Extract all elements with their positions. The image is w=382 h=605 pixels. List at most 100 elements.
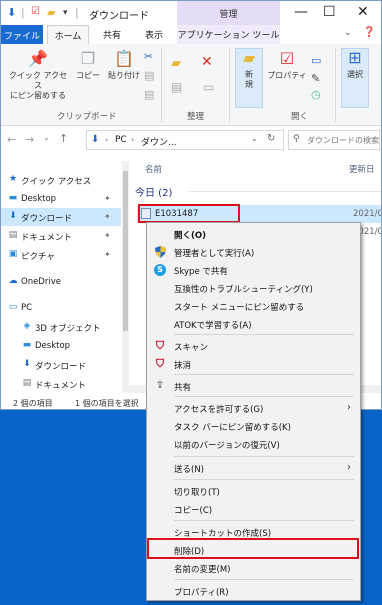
menu-pin-taskbar[interactable]: タスク バーにピン留めする(K) — [147, 417, 360, 434]
nav-pc-documents[interactable]: ▤ ドキュメント — [1, 375, 121, 393]
column-header-date[interactable]: 更新日 — [349, 163, 375, 175]
star-icon: ★ — [8, 174, 18, 184]
pin-icon: ✦ — [104, 212, 111, 221]
move-to-icon[interactable]: ▰ — [171, 56, 181, 71]
up-arrow-icon[interactable]: ↑ — [59, 132, 68, 145]
nav-onedrive[interactable]: ☁ OneDrive — [1, 273, 121, 291]
rename-icon[interactable]: ▭ — [203, 80, 214, 94]
down-arrow-icon[interactable]: ⬇ — [7, 6, 16, 19]
menu-properties[interactable]: プロパティ(R) — [147, 582, 360, 599]
new-folder-button[interactable]: ▰ 新 規 — [235, 48, 263, 108]
document-icon: ▤ — [22, 378, 32, 388]
nav-pictures[interactable]: ▣ ピクチャ ✦ — [1, 246, 121, 264]
menu-erase[interactable]: ⛉ 抹消 — [147, 355, 360, 372]
pin-icon: ✦ — [104, 250, 111, 259]
check-icon[interactable]: ☑ — [31, 6, 40, 17]
menu-share[interactable]: ⇪ 共有 — [147, 377, 360, 394]
select-button[interactable]: ⊞ 選択 — [341, 48, 369, 108]
copy-to-icon[interactable]: ▤ — [171, 80, 182, 94]
new-folder-icon: ▰ — [242, 48, 256, 67]
ribbon-tabs: ファイル ホーム 共有 表示 アプリケーション ツール ⌄ ❓ — [1, 25, 381, 44]
window-title: ダウンロード — [89, 11, 149, 22]
nav-downloads[interactable]: ⬇ ダウンロード ✦ — [1, 208, 121, 226]
nav-pc-desktop[interactable]: ▬ Desktop — [1, 337, 121, 355]
open-icon[interactable]: ▭ — [311, 54, 321, 67]
tab-home[interactable]: ホーム — [47, 25, 89, 44]
ribbon-divider — [229, 48, 230, 122]
back-arrow-icon[interactable]: ← — [7, 133, 16, 146]
mcafee-shield-icon: ⛉ — [155, 357, 165, 370]
menu-send-to[interactable]: 送る(N) › — [147, 459, 360, 476]
forward-arrow-icon[interactable]: → — [25, 133, 34, 146]
menu-scan[interactable]: ⛉ スキャン — [147, 337, 360, 354]
refresh-icon[interactable]: ↻ — [267, 133, 275, 144]
properties-button[interactable]: ☑ プロパティ — [267, 50, 307, 81]
group-today[interactable]: 今日 (2) — [135, 184, 172, 199]
nav-scrollbar[interactable] — [122, 161, 129, 393]
menu-separator — [174, 374, 354, 375]
scrollbar-thumb[interactable] — [123, 171, 128, 331]
delete-icon[interactable]: ✕ — [201, 54, 213, 70]
group-divider — [189, 191, 381, 192]
folder-icon[interactable]: ▰ — [47, 6, 55, 19]
help-icon[interactable]: ❓ — [363, 27, 375, 38]
menu-cut[interactable]: 切り取り(T) — [147, 482, 360, 499]
menu-rename[interactable]: 名前の変更(M) — [147, 559, 360, 576]
minimize-button[interactable]: — — [294, 4, 308, 20]
recent-dropdown-icon[interactable]: ⌄ — [43, 133, 50, 142]
paste-shortcut-icon[interactable]: ▤ — [144, 88, 154, 101]
history-icon[interactable]: ◷ — [311, 88, 321, 101]
downloads-arrow-icon: ⬇ — [91, 134, 100, 145]
address-bar[interactable]: ⬇ › PC › ダウン... ⌄ ↻ — [86, 130, 284, 150]
menu-atok-learn[interactable]: ATOKで学習する(A) — [147, 315, 360, 332]
status-selected-count: 1 個の項目を選択 — [75, 399, 139, 408]
pin-quick-access-button[interactable]: 📌 クイック アクセス にピン留めする — [5, 50, 71, 101]
menu-pin-start[interactable]: スタート メニューにピン留めする — [147, 297, 360, 314]
ribbon-divider — [335, 48, 336, 122]
column-header-name[interactable]: 名前 — [145, 163, 162, 175]
divider-icon: | — [21, 6, 25, 19]
nav-3d-objects[interactable]: ◈ 3D オブジェクト — [1, 318, 121, 336]
menu-grant-access[interactable]: アクセスを許可する(G) › — [147, 399, 360, 416]
nav-quick-access[interactable]: ★ クイック アクセス — [1, 171, 121, 189]
menu-open[interactable]: 開く(O) — [147, 225, 360, 242]
qa-dropdown-icon[interactable]: ▾ — [63, 8, 68, 18]
nav-pc[interactable]: ▭ PC — [1, 299, 121, 317]
nav-desktop[interactable]: ▬ Desktop ✦ — [1, 190, 121, 208]
breadcrumb-downloads[interactable]: ダウン... — [141, 135, 177, 148]
tab-file[interactable]: ファイル — [1, 25, 43, 44]
nav-documents[interactable]: ▤ ドキュメント ✦ — [1, 227, 121, 245]
maximize-button[interactable]: ☐ — [323, 4, 336, 20]
download-icon: ⬇ — [9, 211, 17, 221]
copy-button[interactable]: ❐ コピー — [73, 50, 103, 81]
menu-troubleshoot[interactable]: 互換性のトラブルシューティング(Y) — [147, 279, 360, 296]
breadcrumb-pc[interactable]: PC — [115, 135, 127, 145]
search-box[interactable]: ⚲ ダウンロードの検索 — [288, 130, 380, 150]
copy-icon: ❐ — [80, 49, 96, 68]
skype-icon: S — [154, 264, 166, 276]
tab-share[interactable]: 共有 — [103, 28, 121, 41]
document-icon: ▤ — [8, 230, 18, 240]
copy-path-icon[interactable]: ▤ — [144, 69, 154, 82]
menu-skype-share[interactable]: S Skype で共有 — [147, 261, 360, 278]
menu-separator — [174, 456, 354, 457]
paste-button[interactable]: 📋 貼り付け — [105, 50, 143, 81]
ribbon: 📌 クイック アクセス にピン留めする ❐ コピー 📋 貼り付け ✂ ▤ ▤ ク… — [1, 44, 381, 126]
menu-copy[interactable]: コピー(C) — [147, 500, 360, 517]
cloud-icon: ☁ — [8, 276, 18, 286]
edit-icon[interactable]: ✎ — [311, 72, 320, 85]
tab-app-tools[interactable]: アプリケーション ツール — [177, 25, 280, 44]
menu-run-as-admin[interactable]: 管理者として実行(A) — [147, 243, 360, 260]
tab-view[interactable]: 表示 — [145, 28, 163, 41]
menu-restore-previous[interactable]: 以前のバージョンの復元(V) — [147, 435, 360, 452]
clipboard-group-label: クリップボード — [57, 112, 117, 122]
ribbon-collapse-icon[interactable]: ⌄ — [344, 28, 352, 38]
address-dropdown-icon[interactable]: ⌄ — [251, 134, 258, 143]
close-button[interactable]: ✕ — [357, 4, 369, 20]
nav-pc-downloads[interactable]: ⬇ ダウンロード — [1, 356, 121, 374]
desktop-icon: ▬ — [8, 193, 18, 203]
menu-separator — [174, 520, 354, 521]
pc-icon: ▭ — [8, 302, 18, 312]
shield-icon — [154, 246, 166, 258]
cut-icon[interactable]: ✂ — [144, 50, 153, 63]
